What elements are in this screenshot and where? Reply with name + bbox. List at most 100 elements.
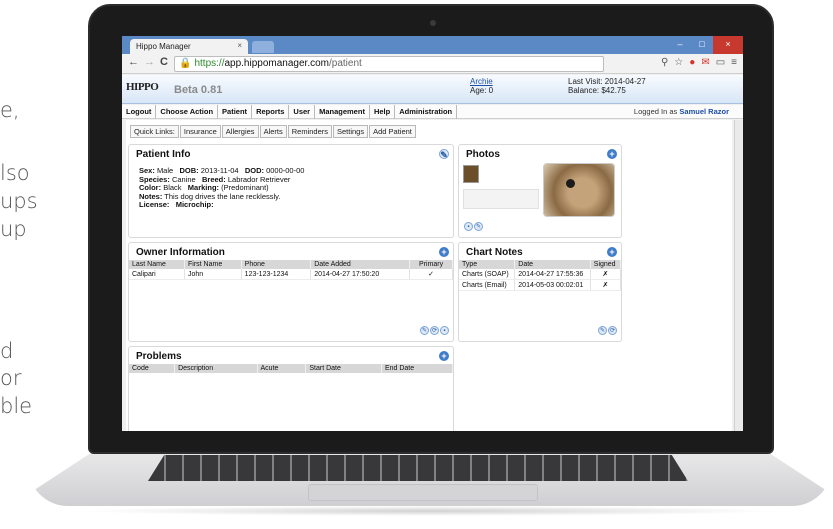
menu-icon[interactable]: ≡ — [731, 57, 737, 68]
owner-date-added: 2014-04-27 17:50:20 — [310, 269, 411, 280]
patient-info-panel: Patient Info ✎ Sex: Male DOB: 2013-11-04… — [128, 144, 454, 238]
quick-link-add-patient[interactable]: Add Patient — [369, 125, 416, 138]
refresh-icon[interactable]: ⟳ — [608, 326, 617, 335]
tab-title: Hippo Manager — [136, 42, 191, 51]
column-header: Acute — [257, 364, 307, 373]
visit-summary: Last Visit: 2014-04-27 Balance: $42.75 — [568, 77, 646, 95]
delete-icon[interactable]: ▪ — [464, 222, 473, 231]
column-header: Primary — [409, 260, 453, 269]
hippo-logo[interactable]: HIPPO — [126, 81, 159, 93]
minimize-button[interactable]: – — [669, 36, 691, 54]
edit-icon[interactable]: ✎ — [420, 326, 429, 335]
menu-patient[interactable]: Patient — [218, 105, 253, 119]
refresh-icon[interactable]: ⟳ — [430, 326, 439, 335]
quick-link-alerts[interactable]: Alerts — [259, 125, 287, 138]
menu-choose-action[interactable]: Choose Action — [156, 105, 219, 119]
photos-panel: Photos + ▪ ✎ — [458, 144, 622, 238]
owner-first-name: John — [184, 269, 242, 280]
last-visit: Last Visit: 2014-04-27 — [568, 77, 646, 86]
photo-thumbnail[interactable] — [463, 165, 479, 183]
side-text-line: e, — [0, 98, 20, 122]
laptop-keyboard — [148, 455, 688, 481]
quick-link-insurance[interactable]: Insurance — [179, 125, 221, 138]
photo-detail — [566, 179, 575, 188]
extension-icon[interactable]: ● — [689, 57, 695, 68]
photo-actions: ▪ ✎ — [463, 215, 483, 233]
laptop-lid: Hippo Manager × – □ × ← → C 🔒 https://app… — [88, 4, 774, 454]
owner-last-name: Calipari — [129, 269, 185, 280]
forward-arrow-icon[interactable]: → — [144, 56, 155, 68]
column-header: Start Date — [305, 364, 382, 373]
add-owner-button[interactable]: + — [439, 247, 449, 257]
quick-link-reminders[interactable]: Reminders — [287, 125, 332, 138]
app-version: Beta 0.81 — [174, 84, 223, 96]
logged-in-user-link[interactable]: Samuel Razor — [679, 107, 729, 116]
problems-panel: Problems + Code Description Acute Start … — [128, 346, 454, 431]
menu-logout[interactable]: Logout — [122, 105, 157, 119]
edit-icon[interactable]: ✎ — [474, 222, 483, 231]
address-bar[interactable]: 🔒 https://app.hippomanager.com/patient — [174, 56, 604, 72]
tab-close-icon[interactable]: × — [237, 41, 242, 50]
patient-name-link[interactable]: Archie — [470, 77, 493, 86]
main-menu-bar: Logout Choose Action Patient Reports Use… — [122, 105, 743, 119]
logged-in-label: Logged In as — [633, 107, 678, 116]
quick-link-allergies[interactable]: Allergies — [221, 125, 259, 138]
balance: Balance: $42.75 — [568, 86, 626, 95]
url-path: /patient — [329, 58, 362, 69]
patient-age: Age: 0 — [470, 86, 494, 95]
column-header: Date Added — [310, 260, 411, 269]
menu-management[interactable]: Management — [315, 105, 370, 119]
back-arrow-icon[interactable]: ← — [128, 56, 139, 68]
maximize-button[interactable]: □ — [691, 36, 713, 54]
photo-slot — [463, 189, 539, 209]
add-photo-button[interactable]: + — [607, 149, 617, 159]
owner-table: Last Name First Name Phone Date Added Pr… — [129, 260, 453, 280]
zoom-icon[interactable]: ⚲ — [661, 57, 668, 68]
chart-notes-table: Type Date Signed Charts (SOAP) 2014-04-2… — [459, 260, 622, 291]
table-row[interactable]: Charts (SOAP) 2014-04-27 17:55:36 ✗ — [459, 269, 622, 280]
owner-info-panel: Owner Information + Last Name First Name… — [128, 242, 454, 342]
edit-icon[interactable]: ✎ — [439, 149, 449, 160]
column-header: Date — [514, 260, 591, 269]
quick-link-settings[interactable]: Settings — [333, 125, 369, 138]
table-row[interactable]: Calipari John 123-123-1234 2014-04-27 17… — [129, 269, 453, 280]
new-tab-button[interactable] — [252, 41, 274, 53]
bookmark-star-icon[interactable]: ☆ — [674, 57, 683, 68]
edit-icon[interactable]: ✎ — [598, 326, 607, 335]
chart-notes-panel: Chart Notes + Type Date Signed Charts (S… — [458, 242, 622, 342]
chart-notes-actions: ✎ ⟳ — [597, 319, 617, 337]
side-text-line: lso — [0, 161, 30, 185]
panel-title: Patient Info — [136, 149, 191, 160]
note-unsigned-icon: ✗ — [590, 269, 622, 280]
column-header: Phone — [241, 260, 312, 269]
table-header-row: Type Date Signed — [459, 260, 622, 269]
column-header: End Date — [381, 364, 454, 373]
gmail-icon[interactable]: ✉ — [701, 57, 709, 68]
browser-tab-strip: Hippo Manager × – □ × — [122, 36, 743, 54]
browser-tab[interactable]: Hippo Manager × — [130, 39, 248, 54]
menu-help[interactable]: Help — [370, 105, 396, 119]
side-text-line: ble — [0, 394, 33, 418]
add-problem-button[interactable]: + — [439, 351, 449, 361]
close-window-button[interactable]: × — [713, 36, 743, 54]
menu-user[interactable]: User — [289, 105, 316, 119]
window-controls: – □ × — [669, 36, 743, 54]
panel-title: Owner Information — [136, 247, 225, 258]
panel-title: Photos — [466, 149, 500, 160]
lock-icon: 🔒 — [179, 58, 192, 69]
menu-reports[interactable]: Reports — [252, 105, 290, 119]
cast-icon[interactable]: ▭ — [716, 57, 725, 68]
add-chart-note-button[interactable]: + — [607, 247, 617, 257]
toolbar-icons: ⚲ ☆ ● ✉ ▭ ≡ — [661, 57, 737, 68]
quick-links-label: Quick Links: — [130, 125, 179, 138]
page-scrollbar[interactable] — [734, 120, 743, 431]
reload-icon[interactable]: C — [160, 56, 168, 68]
column-header: First Name — [184, 260, 242, 269]
column-header: Signed — [590, 260, 622, 269]
delete-icon[interactable]: ▪ — [440, 326, 449, 335]
patient-photo[interactable] — [543, 163, 615, 217]
url-host: app.hippomanager.com — [224, 58, 329, 69]
table-row[interactable]: Charts (Email) 2014-05-03 00:02:01 ✗ — [459, 279, 622, 291]
menu-administration[interactable]: Administration — [395, 105, 458, 119]
quick-links: Quick Links: Insurance Allergies Alerts … — [130, 125, 417, 138]
